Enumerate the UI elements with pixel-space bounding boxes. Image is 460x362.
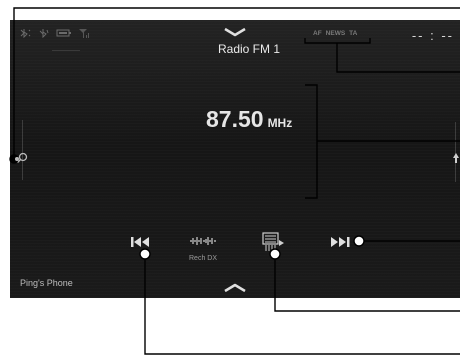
clock: -- : -- bbox=[411, 28, 454, 43]
rech-dx-label: Rech DX bbox=[189, 255, 218, 262]
next-button[interactable] bbox=[330, 235, 352, 253]
frequency-display: 87.50 MHz bbox=[206, 106, 292, 133]
flag-af: AF bbox=[313, 30, 322, 37]
previous-icon bbox=[130, 235, 150, 253]
search-button[interactable] bbox=[16, 151, 28, 169]
rech-dx-icon bbox=[189, 234, 217, 252]
frequency-value: 87.50 bbox=[206, 106, 264, 132]
bluetooth-audio-icon bbox=[38, 28, 50, 38]
flag-ta: TA bbox=[349, 30, 358, 37]
frequency-unit: MHz bbox=[267, 116, 293, 130]
radio-flags: AF NEWS TA bbox=[313, 30, 357, 37]
battery-icon bbox=[56, 28, 72, 38]
search-divider bbox=[22, 120, 23, 180]
previous-button[interactable] bbox=[130, 235, 150, 253]
station-name: Radio FM 1 bbox=[217, 42, 281, 56]
next-icon bbox=[330, 235, 352, 253]
preset-list-button[interactable] bbox=[262, 232, 286, 257]
search-icon bbox=[16, 151, 28, 168]
bluetooth-phone-icon bbox=[20, 28, 32, 38]
status-bar bbox=[20, 28, 92, 38]
signal-icon bbox=[78, 28, 92, 38]
preset-list-icon bbox=[262, 232, 286, 257]
expand-chevron-up-icon[interactable] bbox=[223, 280, 247, 298]
tuning-arrow-icon[interactable] bbox=[452, 151, 460, 169]
collapse-chevron-down-icon[interactable] bbox=[223, 24, 247, 42]
radio-screen: Radio FM 1 AF NEWS TA -- : -- 87.50 MHz … bbox=[10, 20, 460, 298]
flag-news: NEWS bbox=[325, 30, 346, 37]
rech-dx-button[interactable]: Rech DX bbox=[189, 234, 217, 262]
connected-device-name: Ping's Phone bbox=[20, 278, 73, 288]
